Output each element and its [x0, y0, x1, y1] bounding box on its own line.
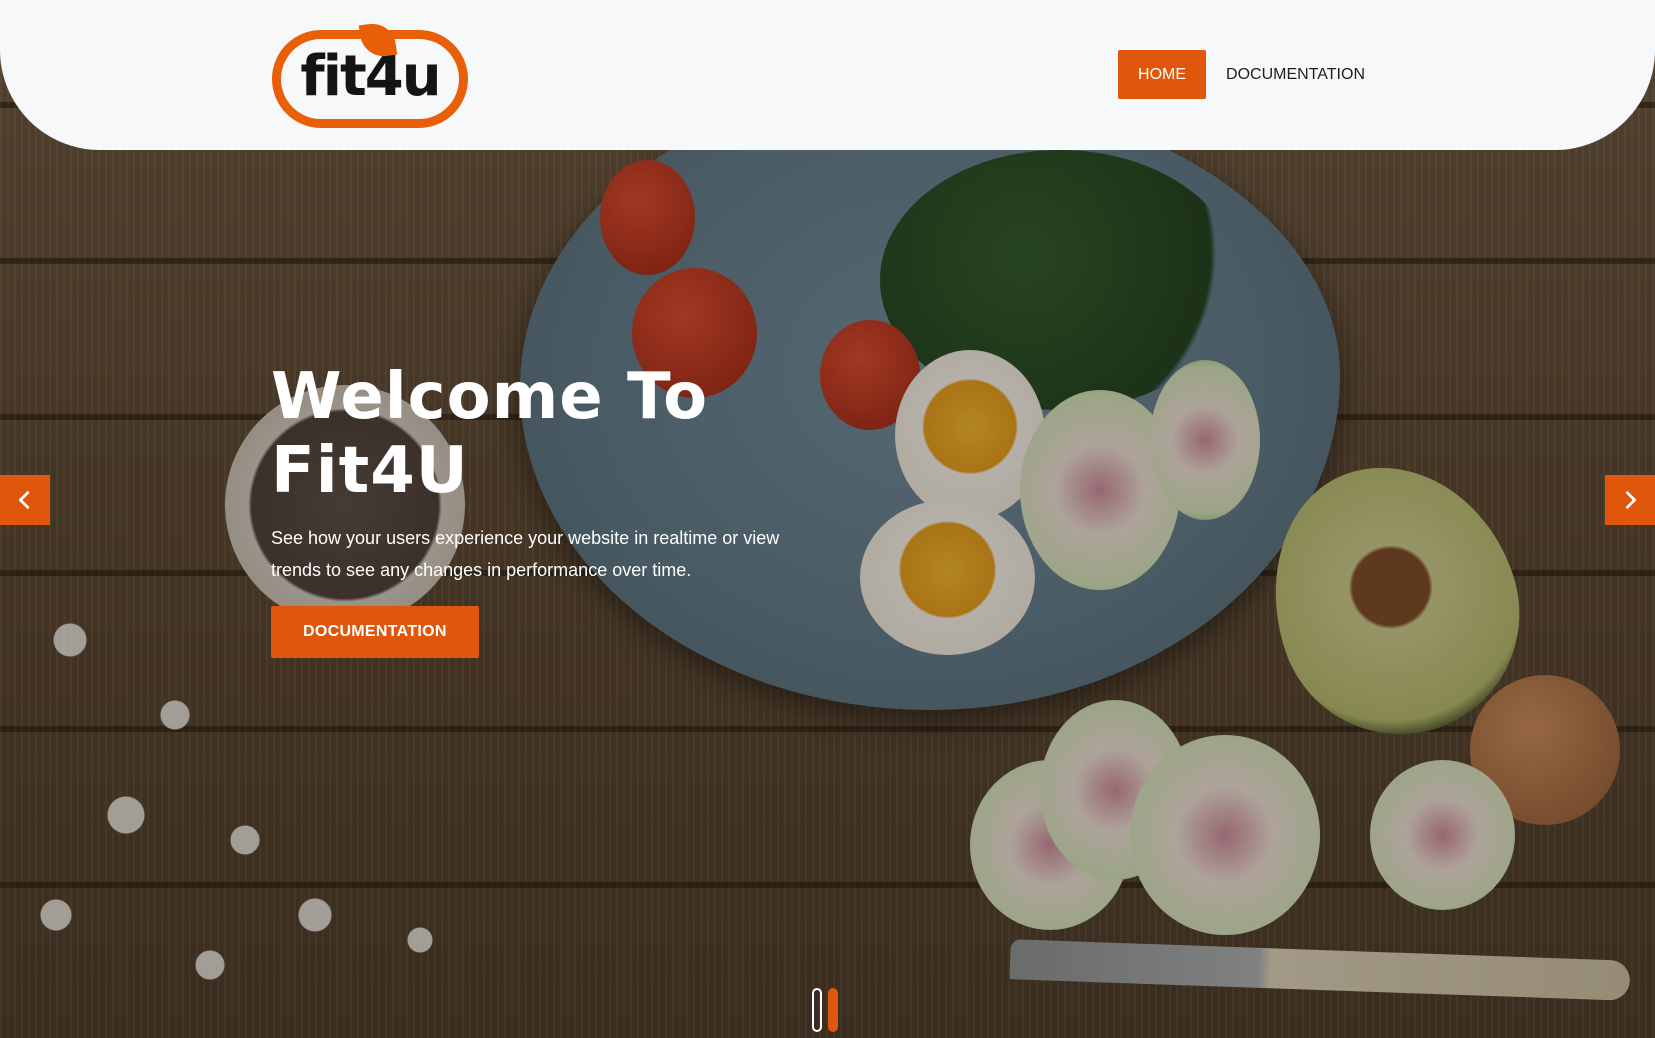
hero-content: Welcome To Fit4U See how your users expe… — [271, 360, 831, 658]
hero-title-line2: Fit4U — [271, 434, 469, 508]
hero-subtitle: See how your users experience your websi… — [271, 528, 780, 580]
carousel-indicator-2[interactable] — [828, 988, 838, 1032]
hero-title: Welcome To Fit4U — [271, 360, 831, 508]
page: fit4u HOME DOCUMENTATION Welcome To Fit4… — [0, 0, 1655, 1038]
documentation-button[interactable]: DOCUMENTATION — [271, 606, 479, 658]
site-header: fit4u HOME DOCUMENTATION — [0, 0, 1655, 150]
main-nav: HOME DOCUMENTATION — [1118, 50, 1365, 99]
nav-item-documentation[interactable]: DOCUMENTATION — [1226, 50, 1365, 99]
carousel-indicators — [812, 988, 838, 1032]
chevron-right-icon — [1625, 491, 1636, 509]
carousel-indicator-1[interactable] — [812, 988, 822, 1032]
carousel-next-button[interactable] — [1605, 475, 1655, 525]
chevron-left-icon — [19, 491, 30, 509]
carousel-prev-button[interactable] — [0, 475, 50, 525]
nav-item-home[interactable]: HOME — [1118, 50, 1207, 99]
logo[interactable]: fit4u — [272, 20, 468, 128]
hero-title-line1: Welcome To — [271, 360, 709, 434]
logo-text: fit4u — [300, 44, 441, 109]
